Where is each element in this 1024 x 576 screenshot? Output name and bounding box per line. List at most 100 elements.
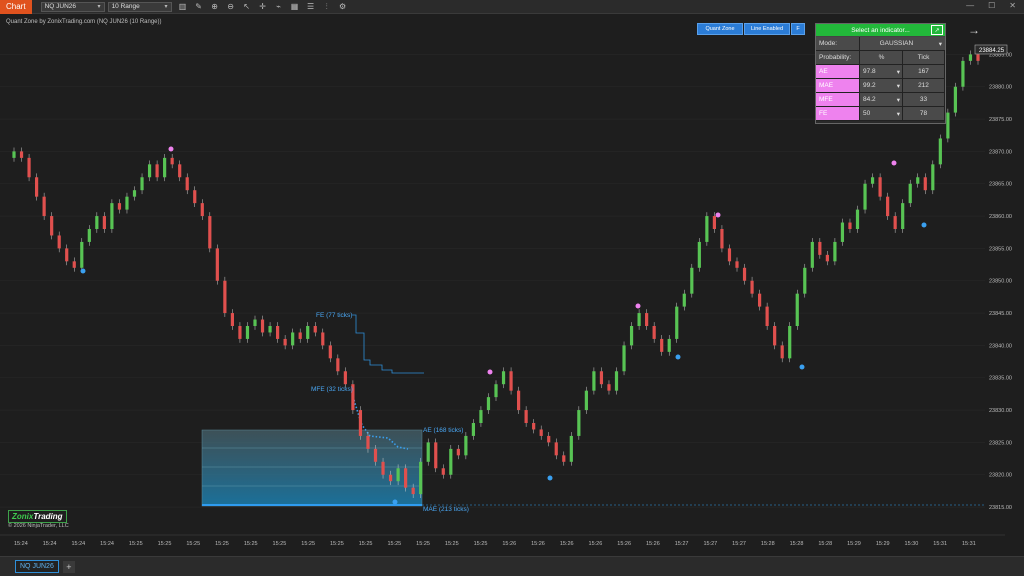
bar-type-selector[interactable]: 10 Range ▾	[107, 1, 172, 12]
template-icon[interactable]: ▦	[290, 2, 300, 12]
line-enabled-button[interactable]: Line Enabled	[744, 23, 790, 35]
candle-body	[810, 241, 814, 268]
price-tick-label: 23840.00	[989, 343, 1012, 349]
candle-body	[840, 222, 845, 242]
candle-body	[614, 371, 619, 391]
time-tick-label: 15:25	[416, 541, 430, 547]
candle-body	[547, 435, 551, 443]
pct-select[interactable]: 84.2 ▾	[860, 93, 903, 106]
candle-body	[825, 254, 829, 262]
candle-body	[584, 390, 588, 411]
pct-select[interactable]: 97.8 ▾	[860, 65, 903, 78]
candle-body	[780, 345, 784, 359]
external-link-icon[interactable]: ↗	[931, 25, 943, 35]
zoom-in-icon[interactable]: ⊕	[210, 2, 220, 12]
properties-icon[interactable]: ☰	[306, 2, 316, 12]
candle-body	[953, 86, 958, 113]
cursor-icon[interactable]: ↖	[242, 2, 252, 12]
candle-body	[855, 209, 860, 229]
candle-body	[388, 474, 393, 482]
price-tick-label: 23850.00	[989, 279, 1012, 285]
minimize-icon[interactable]: —	[966, 1, 974, 10]
candle-body	[916, 177, 920, 184]
price-axis[interactable]: 23885.0023880.0023875.0023870.0023865.00…	[989, 52, 1012, 511]
candle-body	[727, 248, 732, 262]
crosshair-icon[interactable]: ✛	[258, 2, 268, 12]
candle-body	[238, 326, 242, 339]
f-button[interactable]: F	[791, 23, 805, 35]
chart-tab[interactable]: Chart	[0, 0, 32, 14]
ae-label: AE (168 ticks)	[423, 427, 463, 434]
time-tick-label: 15:25	[186, 541, 200, 547]
candle-body	[675, 306, 679, 339]
draw-icon[interactable]: ⌁	[274, 2, 284, 12]
candle-body	[366, 435, 370, 449]
price-tick-label: 23830.00	[989, 408, 1012, 414]
probability-header-row: Probability: % Tick	[816, 51, 945, 65]
candle-body	[426, 442, 430, 462]
candle-body	[155, 164, 159, 178]
indicator-icon[interactable]: ⫶	[322, 2, 332, 12]
pct-value: 84.2	[863, 96, 876, 103]
time-axis[interactable]: 15:24 15:24 15:24 15:24 15:25 15:25 15:25 15:25…	[14, 541, 976, 547]
candle-body	[464, 435, 468, 456]
candle-body	[667, 338, 671, 352]
candle-body	[404, 468, 408, 488]
arrow-right-icon[interactable]: →	[968, 23, 980, 37]
candle-body	[968, 54, 973, 61]
mfe-label: MFE (32 ticks)	[311, 386, 353, 393]
candle-body	[720, 229, 724, 249]
mode-label: Mode:	[816, 37, 860, 50]
pencil-icon[interactable]: ✎	[194, 2, 204, 12]
candle-body	[622, 345, 626, 372]
candle-body	[501, 371, 506, 385]
candle-body	[230, 313, 235, 326]
candle-body	[34, 177, 39, 197]
instrument-selector[interactable]: NQ JUN26 ▾	[40, 1, 105, 12]
candle-body	[200, 203, 204, 217]
candle-body	[260, 319, 265, 333]
bar-type-value: 10 Range	[111, 3, 140, 10]
time-tick-label: 15:26	[502, 541, 516, 547]
time-tick-label: 15:26	[531, 541, 545, 547]
swing-low-marker	[921, 222, 927, 228]
swing-high-marker	[891, 160, 897, 166]
candle-body	[283, 338, 287, 346]
bar-icon[interactable]: ▥	[178, 2, 188, 12]
mode-select[interactable]: GAUSSIAN ▾	[859, 37, 945, 50]
swing-low-marker	[799, 364, 805, 370]
candle-body	[80, 241, 84, 268]
candle-body	[479, 410, 483, 423]
maximize-icon[interactable]: ☐	[988, 1, 995, 10]
candle-body	[245, 326, 250, 339]
strategy-icon[interactable]: ⚙	[338, 2, 348, 12]
price-tick-label: 23845.00	[989, 311, 1012, 317]
candle-body	[757, 293, 762, 307]
candle-body	[923, 177, 927, 191]
pct-select[interactable]: 50 ▾	[860, 107, 903, 120]
probability-row: MAE 99.2 ▾ 212	[816, 79, 945, 93]
candle-body	[848, 222, 852, 229]
time-tick-label: 15:31	[933, 541, 947, 547]
indicator-selector[interactable]: Select an indicator... ↗	[816, 24, 945, 37]
candle-body	[901, 203, 905, 229]
quant-zone-button[interactable]: Quant Zone	[697, 23, 743, 35]
add-tab-icon[interactable]: +	[62, 560, 75, 573]
candle-body	[946, 112, 950, 139]
close-icon[interactable]: ✕	[1009, 1, 1016, 10]
tick-value: 167	[903, 65, 945, 78]
fe-step-line	[352, 314, 424, 374]
candle-body	[27, 157, 31, 178]
row-name: AE	[816, 65, 860, 78]
candle-body	[516, 390, 521, 411]
candle-body	[697, 241, 701, 268]
window-controls: — ☐ ✕	[966, 1, 1016, 10]
candle-body	[577, 410, 581, 436]
price-tick-label: 23880.00	[989, 85, 1012, 91]
zoom-out-icon[interactable]: ⊖	[226, 2, 236, 12]
chart-tab-nq[interactable]: NQ JUN26	[15, 560, 59, 573]
candle-body	[788, 326, 792, 359]
candle-body	[321, 332, 325, 346]
time-tick-label: 15:25	[244, 541, 258, 547]
pct-select[interactable]: 99.2 ▾	[860, 79, 903, 92]
